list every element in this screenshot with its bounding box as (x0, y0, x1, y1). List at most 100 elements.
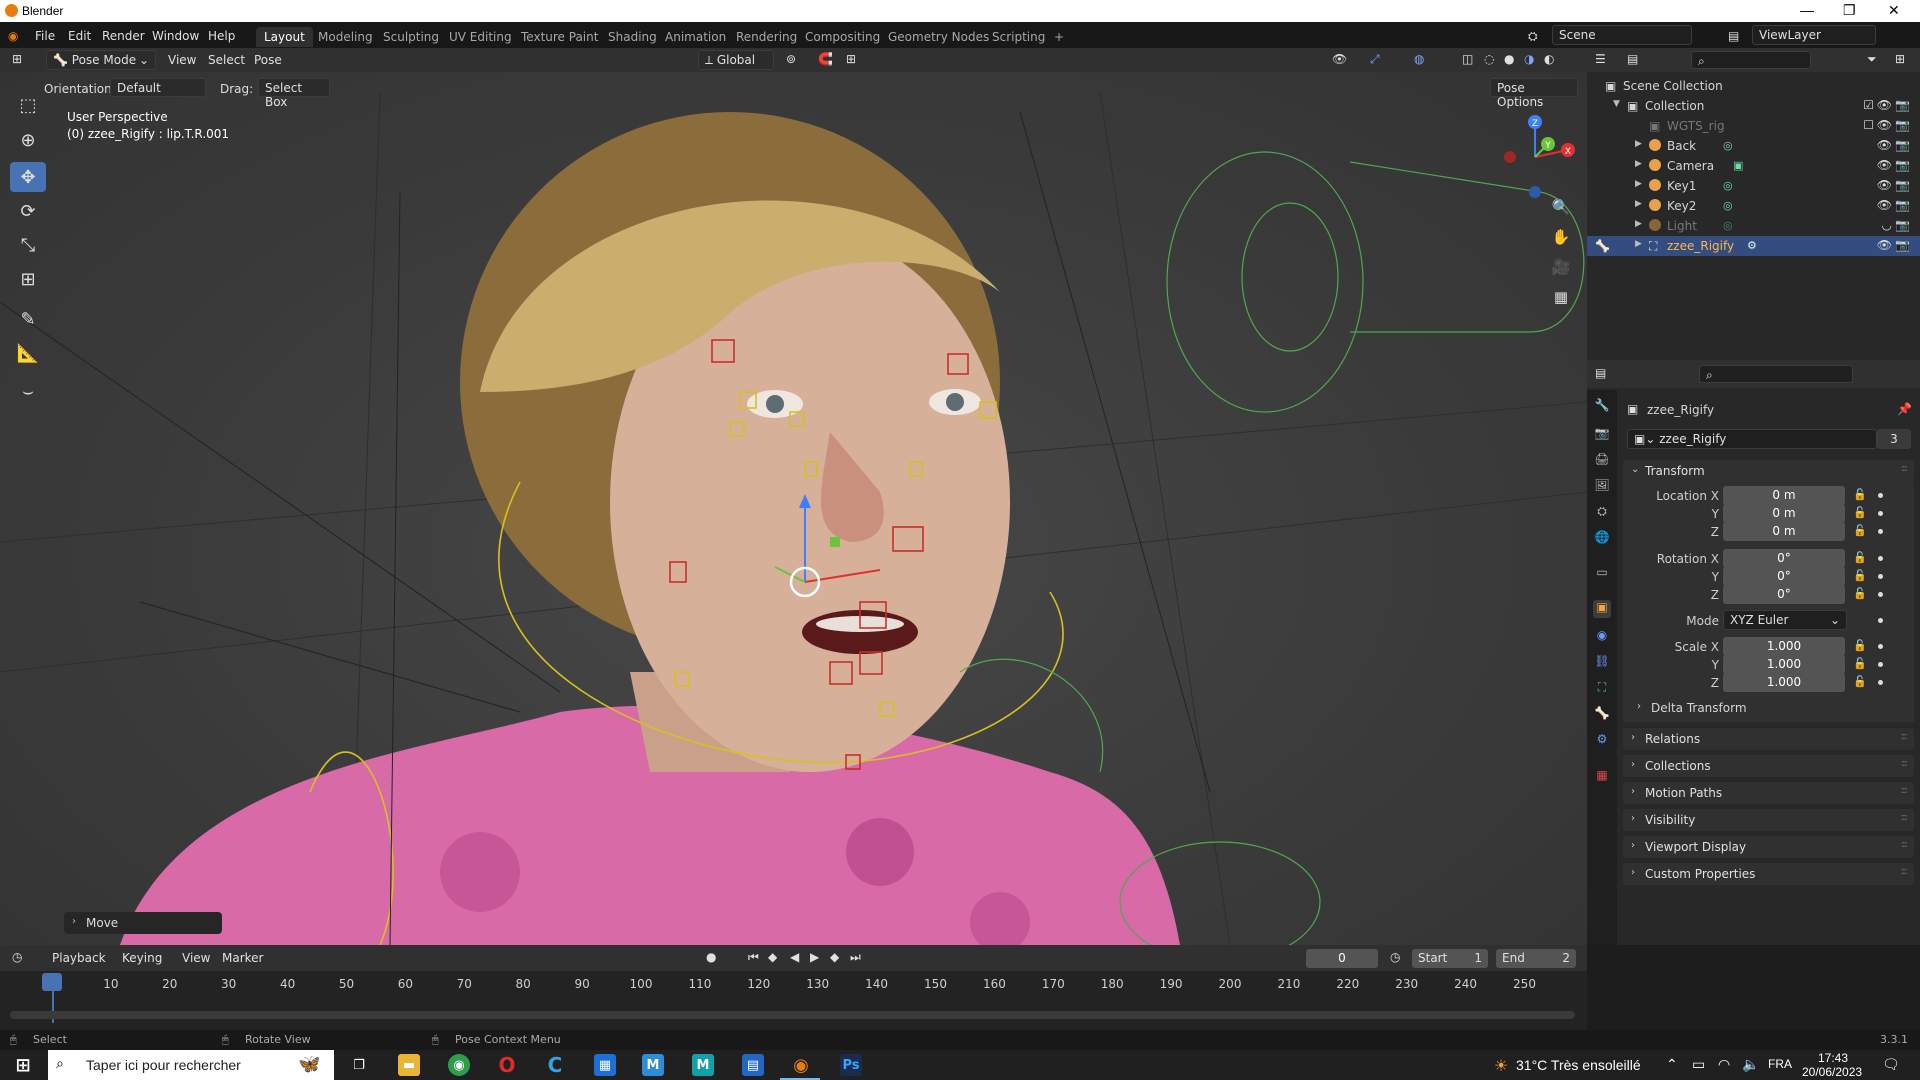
render-tab-icon[interactable]: 📷 (1593, 426, 1611, 444)
menu-timeline-view[interactable]: View (182, 951, 210, 965)
outliner-row-back[interactable]: ▶ Back ◎ 👁 📷 (1587, 136, 1920, 156)
add-workspace-button[interactable]: + (1046, 27, 1072, 47)
camera-icon[interactable]: 📷 (1895, 218, 1910, 232)
lock-icon[interactable]: 🔓 (1853, 675, 1867, 688)
lock-icon[interactable]: 🔓 (1853, 506, 1867, 519)
eye-icon[interactable]: 👁 (1877, 158, 1892, 172)
rotate-tool-icon[interactable]: ⟳ (10, 196, 46, 226)
tab-sculpting[interactable]: Sculpting (375, 27, 447, 47)
language-indicator[interactable]: FRA (1768, 1057, 1792, 1071)
restore-icon[interactable]: ❐ (1843, 2, 1856, 19)
tab-shading[interactable]: Shading (600, 27, 665, 47)
prev-keyframe-icon[interactable]: ◆ (768, 950, 777, 964)
viewport-display-panel-header[interactable]: › Viewport Display :::: (1623, 836, 1914, 858)
store-icon[interactable]: ▦ (594, 1054, 616, 1076)
keyframe-dot-icon[interactable] (1878, 592, 1883, 597)
lock-icon[interactable]: 🔓 (1853, 569, 1867, 582)
custom-properties-panel-header[interactable]: › Custom Properties :::: (1623, 863, 1914, 885)
record-icon[interactable]: ● (706, 950, 716, 964)
viewport-3d[interactable]: ⬚ ⊕ ✥ ⟳ ⤡ ⊞ ✎ 📐 ⌣ User Perspective (0) z… (0, 72, 1587, 945)
expand-right-icon[interactable]: ▶ (1635, 219, 1642, 229)
eye-icon[interactable]: 👁 (1877, 198, 1892, 212)
grip-icon[interactable]: :::: (1901, 785, 1909, 796)
ccleaner-icon[interactable]: C (544, 1053, 566, 1077)
properties-search-input[interactable]: ⌕ (1699, 365, 1853, 383)
notifications-icon[interactable]: 🗨 (1882, 1056, 1900, 1073)
menu-render[interactable]: Render (102, 29, 145, 43)
drag-dropdown[interactable]: Select Box (258, 78, 330, 109)
keyframe-dot-icon[interactable] (1878, 680, 1883, 685)
menu-help[interactable]: Help (208, 29, 235, 43)
eye-icon[interactable]: 👁 (1877, 238, 1892, 252)
tab-geometry-nodes[interactable]: Geometry Nodes (880, 27, 997, 47)
menu-file[interactable]: File (35, 29, 55, 43)
outliner-row-zzee-rigify[interactable]: 🦴 ▶ ⛶ zzee_Rigify ⚙ 👁 📷 (1587, 236, 1920, 256)
timeline-editor-icon[interactable]: ◷ (12, 950, 22, 964)
camera-data-icon[interactable]: ▣ (1733, 159, 1743, 172)
ortho-grid-icon[interactable]: ▦ (1548, 284, 1574, 310)
armature-data-icon[interactable]: ⚙ (1747, 239, 1757, 252)
expand-right-icon[interactable]: ▶ (1635, 199, 1642, 209)
eye-icon[interactable]: 👁 (1877, 98, 1892, 112)
bone-tab-icon[interactable]: 🦴 (1593, 706, 1611, 724)
menu-select[interactable]: Select (208, 53, 245, 67)
playhead[interactable] (42, 973, 62, 991)
tab-layout[interactable]: Layout (256, 27, 313, 47)
outliner-editor-icon[interactable]: ☰ (1595, 52, 1606, 66)
camera-icon[interactable]: 📷 (1895, 118, 1910, 132)
grip-icon[interactable]: :::: (1901, 812, 1909, 823)
rotation-y-field[interactable]: 0° (1723, 567, 1845, 586)
object-tab-icon[interactable]: ▣ (1593, 600, 1611, 618)
keyframe-dot-icon[interactable] (1878, 574, 1883, 579)
menu-window[interactable]: Window (152, 29, 199, 43)
viewlayer-selector[interactable]: ViewLayer (1752, 25, 1876, 45)
preview-range-icon[interactable]: ◷ (1390, 950, 1400, 964)
new-collection-icon[interactable]: ⊞ (1895, 52, 1905, 66)
gizmo-icon[interactable]: ⤢ (1370, 52, 1380, 67)
physics-tab-icon[interactable]: ◉ (1593, 628, 1611, 646)
light-data-icon[interactable]: ◎ (1723, 219, 1733, 232)
eye-hidden-icon[interactable]: ◡ (1882, 218, 1892, 232)
rotation-z-field[interactable]: 0° (1723, 585, 1845, 604)
pan-hand-icon[interactable]: ✋ (1548, 224, 1574, 250)
outliner-search-input[interactable]: ⌕ (1691, 51, 1811, 69)
calculator-icon[interactable]: ▤ (742, 1054, 764, 1076)
scene-selector[interactable]: Scene (1552, 25, 1692, 45)
blender-task-icon[interactable]: ◉ (790, 1054, 812, 1076)
bone-size-tool-icon[interactable]: ⌣ (10, 376, 46, 406)
camera-icon[interactable]: 📷 (1895, 238, 1910, 252)
texture-tab-icon[interactable]: ▦ (1593, 768, 1611, 786)
outliner-row-wgts-rig[interactable]: ▣ WGTS_rig ☐ 👁 📷 (1587, 116, 1920, 136)
last-operator-panel[interactable]: › Move (64, 912, 222, 934)
overlay-icon[interactable]: ◍ (1414, 52, 1424, 66)
weather-text[interactable]: 31°C Très ensoleillé (1516, 1057, 1641, 1073)
constraints-tab-icon[interactable]: ⛓ (1593, 654, 1611, 672)
scale-x-field[interactable]: 1.000 (1723, 637, 1845, 656)
network-icon[interactable]: ▭ (1692, 1056, 1705, 1073)
blender-menu-icon[interactable]: ◉ (8, 29, 18, 43)
checkbox-icon[interactable]: ☐ (1863, 118, 1874, 132)
collection-tab-icon[interactable]: ▭ (1593, 565, 1611, 583)
grip-icon[interactable]: :::: (1901, 463, 1909, 474)
clock-date[interactable]: 20/06/2023 (1802, 1065, 1862, 1079)
transform-panel-header[interactable]: ⌄ Transform :::: (1623, 460, 1914, 482)
windows-start-icon[interactable]: ⊞ (12, 1054, 34, 1076)
keyframe-dot-icon[interactable] (1878, 644, 1883, 649)
outliner-row-scene-collection[interactable]: ▣ Scene Collection (1587, 76, 1920, 96)
keyframe-dot-icon[interactable] (1878, 618, 1883, 623)
expand-right-icon[interactable]: ▶ (1635, 139, 1642, 149)
measure-tool-icon[interactable]: 📐 (10, 338, 46, 368)
expand-right-icon[interactable]: ▶ (1635, 159, 1642, 169)
wireframe-shading-icon[interactable]: ◌ (1484, 52, 1494, 66)
tab-uv-editing[interactable]: UV Editing (441, 27, 520, 47)
keyframe-dot-icon[interactable] (1878, 511, 1883, 516)
close-icon[interactable]: ✕ (1888, 2, 1900, 19)
weather-icon[interactable]: ☀ (1490, 1054, 1512, 1076)
transform-tool-icon[interactable]: ⊞ (10, 264, 46, 294)
minimize-icon[interactable]: — (1800, 2, 1814, 18)
pose-options-dropdown[interactable]: Pose Options (1490, 78, 1578, 109)
visibility-panel-header[interactable]: › Visibility :::: (1623, 809, 1914, 831)
world-tab-icon[interactable]: 🌐 (1593, 530, 1611, 548)
checkbox-icon[interactable]: ☑ (1863, 98, 1874, 112)
menu-marker[interactable]: Marker (222, 951, 263, 965)
